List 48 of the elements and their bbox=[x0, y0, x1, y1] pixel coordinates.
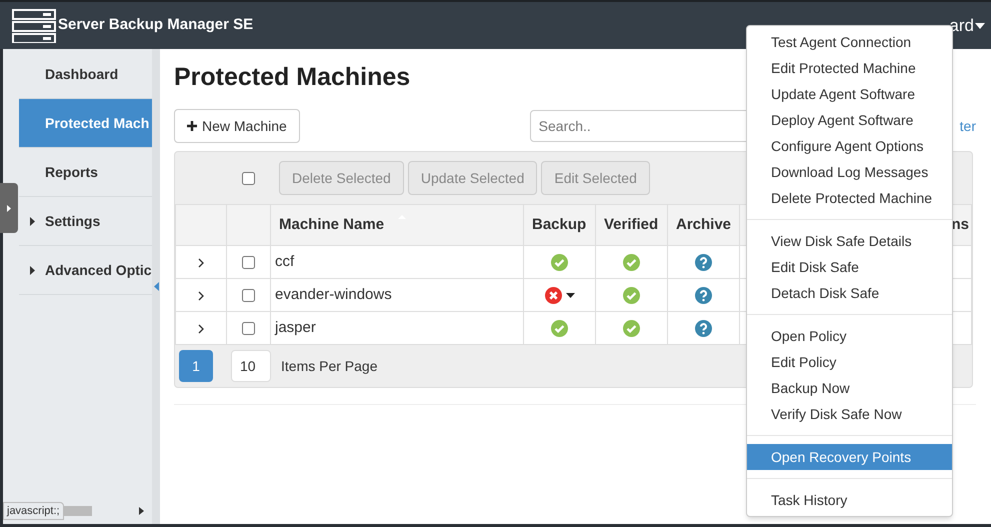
menu-item[interactable]: View Disk Safe Details bbox=[747, 228, 952, 254]
caret-down-icon[interactable] bbox=[975, 22, 985, 28]
menu-item[interactable]: Open Policy bbox=[747, 323, 952, 349]
page-title: Protected Machines bbox=[174, 62, 410, 93]
menu-item[interactable]: Edit Protected Machine bbox=[747, 55, 952, 81]
menu-item[interactable]: Backup Now bbox=[747, 375, 952, 401]
caret-right-icon bbox=[7, 204, 11, 212]
status-text: javascript:; bbox=[3, 502, 64, 520]
sidebar-item[interactable]: Reports bbox=[19, 148, 152, 197]
app-title: Server Backup Manager SE bbox=[58, 15, 254, 36]
row-checkbox[interactable] bbox=[242, 322, 255, 336]
sidebar-label: Protected Mach bbox=[45, 114, 150, 132]
sidebar-label: Advanced Optic bbox=[45, 260, 152, 280]
page-size-field[interactable]: 10 bbox=[231, 350, 271, 382]
filter-link[interactable]: ter bbox=[960, 116, 976, 136]
expand-chevron-icon[interactable] bbox=[198, 258, 204, 268]
caret-right-icon[interactable] bbox=[139, 507, 144, 515]
sidebar-label: Dashboard bbox=[45, 64, 118, 84]
menu-item[interactable]: Edit Policy bbox=[747, 349, 952, 375]
expand-chevron-icon[interactable] bbox=[198, 324, 204, 334]
row-checkbox[interactable] bbox=[242, 289, 255, 302]
sidebar-label: Reports bbox=[45, 162, 98, 182]
plus-icon bbox=[187, 121, 197, 131]
column-header[interactable]: Machine Name bbox=[279, 216, 384, 233]
menu-item[interactable]: Open Recovery Points bbox=[747, 444, 952, 470]
menu-item[interactable]: Test Agent Connection bbox=[747, 29, 952, 55]
sidebar-toggle[interactable] bbox=[0, 183, 18, 233]
menu-item[interactable]: Delete Protected Machine bbox=[747, 185, 952, 211]
caret-down-icon[interactable] bbox=[566, 292, 574, 298]
sidebar-item[interactable]: Advanced Optic bbox=[19, 246, 152, 295]
sidebar-item[interactable]: Protected Mach bbox=[19, 99, 152, 148]
row-checkbox[interactable] bbox=[242, 256, 255, 270]
select-all-checkbox[interactable] bbox=[242, 172, 255, 184]
machine-name: evander-windows bbox=[275, 286, 392, 303]
menu-item[interactable]: Task History bbox=[747, 487, 952, 513]
sidebar-label: Settings bbox=[45, 212, 100, 231]
menu-item[interactable]: Update Agent Software bbox=[747, 81, 952, 107]
sidebar-item[interactable]: Settings bbox=[19, 197, 152, 246]
machine-name: jasper bbox=[275, 318, 316, 336]
page-size-label: Items Per Page bbox=[281, 356, 378, 376]
expand-chevron-icon[interactable] bbox=[198, 290, 204, 301]
menu-item[interactable]: Download Log Messages bbox=[747, 159, 952, 185]
new-machine-button[interactable]: New Machine bbox=[174, 109, 300, 143]
page-button[interactable]: 1 bbox=[179, 350, 213, 382]
scrollbar-thumb bbox=[64, 506, 92, 516]
machine-name: ccf bbox=[275, 252, 294, 270]
server-rack-icon bbox=[12, 8, 56, 42]
menu-item[interactable]: Verify Disk Safe Now bbox=[747, 401, 952, 427]
